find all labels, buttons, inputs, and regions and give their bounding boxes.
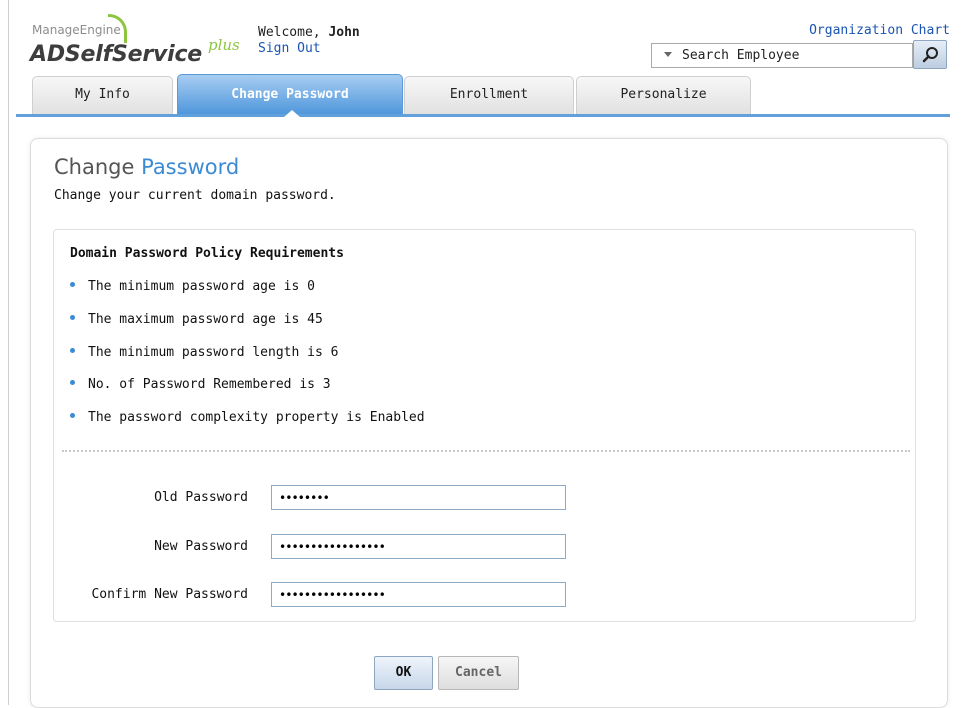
cancel-button[interactable]: Cancel — [438, 656, 519, 690]
brand-plus: plus — [208, 36, 240, 54]
tab-personalize[interactable]: Personalize — [576, 76, 751, 114]
bullet-icon — [70, 413, 75, 418]
divider — [62, 450, 910, 452]
page-subtitle: Change your current domain password. — [54, 188, 336, 203]
brand-logo: ADSelfService — [30, 42, 203, 67]
policy-item-text: The password complexity property is Enab… — [88, 410, 425, 425]
organization-chart-link[interactable]: Organization Chart — [809, 23, 950, 38]
bullet-icon — [70, 380, 75, 385]
search-icon — [922, 47, 938, 63]
dropdown-arrow-icon[interactable] — [664, 52, 672, 57]
ok-button[interactable]: OK — [374, 656, 433, 690]
old-password-field[interactable] — [271, 485, 566, 510]
welcome-text: Welcome, John — [258, 25, 360, 40]
policy-item: The minimum password age is 0 — [70, 279, 315, 294]
policy-item: The maximum password age is 45 — [70, 312, 323, 327]
sign-out-link[interactable]: Sign Out — [258, 41, 321, 56]
policy-item-text: The minimum password length is 6 — [88, 345, 339, 360]
page-title-accent: Password — [141, 155, 240, 179]
policy-item: No. of Password Remembered is 3 — [70, 377, 331, 392]
policy-heading: Domain Password Policy Requirements — [70, 246, 344, 261]
search-placeholder: Search Employee — [682, 48, 800, 63]
active-tab-notch — [284, 110, 300, 117]
policy-item: The password complexity property is Enab… — [70, 410, 425, 425]
confirm-password-field[interactable] — [271, 582, 566, 607]
bullet-icon — [70, 282, 75, 287]
policy-item-text: The maximum password age is 45 — [88, 312, 323, 327]
tab-underline — [16, 114, 950, 117]
user-name: John — [328, 25, 360, 40]
search-employee-input[interactable]: Search Employee — [651, 43, 913, 68]
new-password-field[interactable] — [271, 534, 566, 559]
old-password-label: Old Password — [154, 490, 248, 505]
search-button[interactable] — [913, 40, 947, 69]
page-title-plain: Change — [54, 155, 135, 179]
bullet-icon — [70, 348, 75, 353]
bullet-icon — [70, 315, 75, 320]
policy-item: The minimum password length is 6 — [70, 345, 338, 360]
page-title: Change Password — [54, 155, 239, 179]
tab-change-password[interactable]: Change Password — [177, 74, 403, 114]
tab-my-info[interactable]: My Info — [32, 76, 173, 114]
tab-enrollment[interactable]: Enrollment — [404, 76, 574, 114]
welcome-prefix: Welcome, — [258, 25, 321, 40]
brand-arc-icon — [108, 14, 127, 43]
policy-item-text: The minimum password age is 0 — [88, 279, 315, 294]
policy-item-text: No. of Password Remembered is 3 — [88, 377, 331, 392]
confirm-password-label: Confirm New Password — [91, 587, 248, 602]
new-password-label: New Password — [154, 539, 248, 554]
